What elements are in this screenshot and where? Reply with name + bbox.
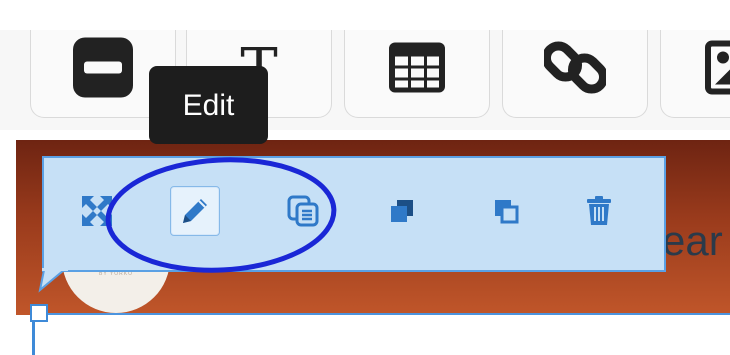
edit-tooltip: Edit [149,66,268,144]
action-bar-pointer [38,268,68,293]
trash-icon [587,196,611,225]
image-icon [705,40,730,100]
bring-to-front-button[interactable] [377,186,427,236]
duplicate-button[interactable] [278,186,328,236]
link-icon [541,37,609,104]
bring-front-icon [391,200,413,222]
move-button[interactable] [72,186,122,236]
editor-toolbar: T [0,30,730,130]
table-tool-button[interactable] [344,30,490,118]
link-tool-button[interactable] [502,30,648,118]
edit-button[interactable] [170,186,220,236]
minus-square-icon [71,36,135,105]
pencil-icon [183,199,207,223]
send-to-back-button[interactable] [481,186,531,236]
banner-heading-fragment: ear [662,217,723,264]
page-top-strip [0,0,730,30]
element-action-bar [42,156,666,272]
content-area [16,315,730,355]
table-icon [388,42,446,99]
resize-handle[interactable] [30,304,48,322]
tooltip-label: Edit [182,89,235,122]
image-tool-button[interactable] [660,30,730,118]
send-back-icon [495,200,519,224]
selection-outline-top [40,313,730,315]
duplicate-icon [287,195,319,227]
delete-button[interactable] [574,186,624,236]
move-arrows-icon [82,196,112,226]
